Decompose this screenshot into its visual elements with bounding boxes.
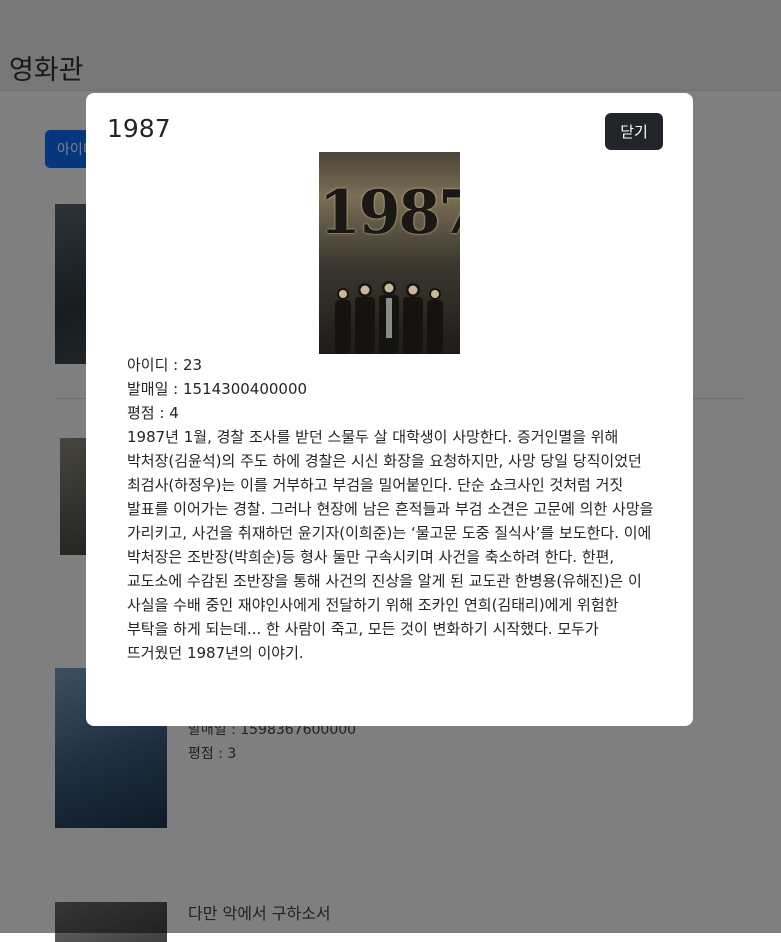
movie-rating: 평점 : 4 [127, 404, 179, 422]
poster-cast-illustration [335, 281, 443, 354]
movie-detail-modal: 1987 닫기 1987 아이디 : 23 발매일 : 151430040000… [86, 93, 693, 726]
movie-poster-image: 1987 [319, 152, 460, 354]
movie-description: 1987년 1월, 경찰 조사를 받던 스물두 살 대학생이 사망한다. 증거인… [127, 428, 654, 662]
poster-title: 1987 [319, 178, 460, 248]
movie-details: 아이디 : 23 발매일 : 1514300400000 평점 : 4 1987… [127, 353, 657, 665]
modal-title: 1987 [107, 114, 171, 143]
close-button[interactable]: 닫기 [605, 113, 663, 150]
movie-release-date: 발매일 : 1514300400000 [127, 380, 308, 398]
movie-id: 아이디 : 23 [127, 356, 203, 374]
